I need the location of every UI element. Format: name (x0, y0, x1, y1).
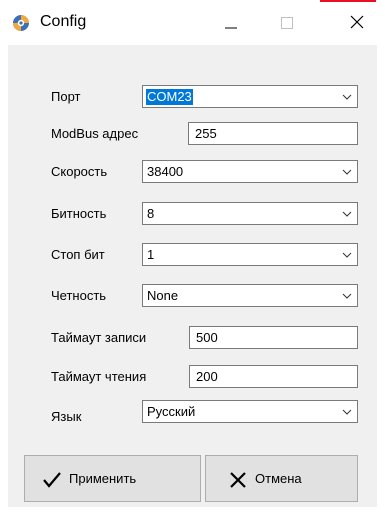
write-timeout-label: Таймаут записи (51, 330, 147, 345)
close-button[interactable] (334, 0, 380, 44)
chevron-down-icon (342, 211, 352, 217)
chevron-down-icon (342, 409, 352, 415)
port-value: COM23 (146, 89, 193, 105)
language-label: Язык (51, 409, 82, 424)
language-select[interactable]: Русский (142, 400, 358, 423)
cancel-button[interactable]: Отмена (205, 455, 358, 502)
modbus-address-input[interactable]: 255 (188, 122, 358, 145)
close-icon (350, 15, 364, 29)
checkmark-icon (43, 472, 61, 488)
stop-bits-label: Стоп бит (51, 247, 105, 262)
read-timeout-value: 200 (196, 369, 218, 384)
modbus-address-value: 255 (195, 126, 217, 141)
x-icon (230, 472, 246, 488)
apply-button-label: Применить (69, 471, 137, 486)
chevron-down-icon (342, 169, 352, 175)
maximize-button[interactable] (264, 0, 310, 44)
parity-label: Четность (51, 288, 107, 303)
stop-bits-value: 1 (147, 247, 155, 262)
minimize-icon (225, 27, 237, 29)
speed-label: Скорость (51, 164, 108, 179)
title-bar: Config (0, 0, 385, 44)
parity-value: None (147, 288, 179, 303)
config-form: Порт COM23 ModBus адрес 255 Скорость 384… (8, 45, 377, 507)
write-timeout-value: 500 (196, 330, 218, 345)
apply-button[interactable]: Применить (24, 455, 201, 502)
speed-value: 38400 (147, 164, 184, 179)
gear-icon (13, 15, 29, 31)
bits-select[interactable]: 8 (142, 202, 358, 225)
parity-select[interactable]: None (142, 284, 358, 307)
modbus-address-label: ModBus адрес (51, 126, 139, 141)
bits-label: Битность (51, 206, 107, 221)
window-title: Config (40, 13, 87, 30)
cancel-button-label: Отмена (255, 471, 302, 486)
write-timeout-input[interactable]: 500 (189, 326, 358, 349)
chevron-down-icon (342, 293, 352, 299)
stop-bits-select[interactable]: 1 (142, 243, 358, 266)
language-value: Русский (147, 404, 196, 419)
read-timeout-label: Таймаут чтения (51, 369, 147, 384)
speed-select[interactable]: 38400 (142, 160, 358, 183)
read-timeout-input[interactable]: 200 (189, 365, 358, 388)
port-label: Порт (51, 89, 81, 104)
bits-value: 8 (147, 206, 155, 221)
port-select[interactable]: COM23 (142, 85, 358, 108)
minimize-button[interactable] (208, 0, 254, 44)
chevron-down-icon (342, 252, 352, 258)
chevron-down-icon (342, 94, 352, 100)
maximize-icon (281, 17, 293, 29)
